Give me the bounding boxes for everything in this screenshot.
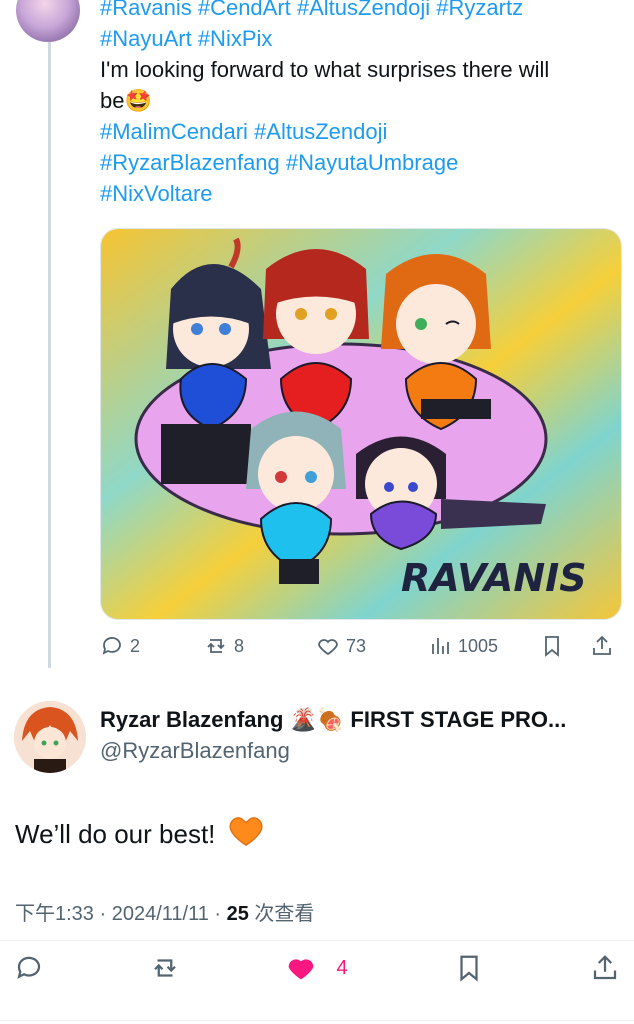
reply-like-count: 4 (336, 956, 348, 979)
bookmark-button[interactable] (540, 634, 590, 658)
thread-connector-line (48, 0, 51, 668)
reply-body: We’ll do our best! (15, 815, 263, 850)
bookmark-icon (545, 636, 559, 657)
hashtag-line[interactable]: #NixVoltare (100, 178, 620, 209)
reply-actions: 4 (14, 948, 620, 988)
reply-display-name[interactable]: Ryzar Blazenfang 🌋🍖 FIRST STAGE PRO... (100, 707, 620, 733)
original-author-avatar[interactable] (16, 0, 80, 42)
repost-button[interactable]: 8 (204, 634, 316, 658)
bookmark-button[interactable] (454, 953, 484, 983)
like-button[interactable]: 73 (316, 634, 428, 658)
image-caption: RAVANIS (401, 556, 587, 600)
reply-meta: 下午1:33 · 2024/11/11 · 25 次查看 (15, 897, 314, 926)
original-post-text: #Ravanis #CendArt #AltusZendoji #Ryzartz… (100, 0, 620, 209)
views-label: 次查看 (248, 903, 315, 925)
divider (0, 940, 634, 941)
share-button[interactable] (590, 953, 620, 983)
repost-count: 8 (234, 635, 245, 656)
view-count: 25 (226, 903, 249, 925)
heart-outline-icon (318, 639, 338, 656)
hashtag-line[interactable]: #NayuArt #NixPix (100, 23, 620, 54)
views-button[interactable]: 1005 (428, 634, 540, 658)
hashtag-line[interactable]: #MalimCendari #AltusZendoji (100, 116, 620, 147)
hashtag-line[interactable]: #RyzarBlazenfang #NayutaUmbrage (100, 147, 620, 178)
reply-count: 2 (130, 635, 141, 656)
hashtag-line[interactable]: #Ravanis #CendArt #AltusZendoji #Ryzartz (100, 0, 620, 23)
like-count: 73 (346, 635, 367, 656)
original-post-actions: 2 8 73 1005 (100, 628, 620, 664)
bookmark-icon (460, 955, 478, 982)
post-text-line: I'm looking forward to what surprises th… (100, 57, 550, 82)
like-button-active[interactable]: 4 (286, 953, 348, 983)
views-count: 1005 (458, 635, 499, 656)
reply-icon (102, 637, 121, 655)
reply-button[interactable]: 2 (100, 634, 204, 658)
divider (0, 1020, 634, 1021)
heart-filled-icon (289, 959, 314, 980)
repost-icon (207, 639, 225, 653)
share-icon (593, 635, 611, 655)
share-icon (593, 955, 617, 980)
reply-button[interactable] (14, 953, 44, 983)
repost-button[interactable] (150, 953, 180, 983)
reply-text: We’ll do our best! (15, 819, 216, 849)
chibi-artwork: RAVANIS (101, 229, 621, 619)
reply-handle[interactable]: @RyzarBlazenfang (100, 738, 290, 764)
share-button[interactable] (590, 634, 620, 658)
reply-author-avatar[interactable] (14, 701, 86, 773)
post-image[interactable]: RAVANIS (100, 228, 622, 620)
timestamp[interactable]: 下午1:33 · 2024/11/11 · (15, 903, 227, 925)
views-chart-icon (432, 638, 449, 654)
reply-icon (17, 956, 41, 979)
orange-heart-emoji-icon (229, 817, 263, 846)
repost-icon (154, 959, 177, 977)
post-text-line: be🤩 (100, 88, 152, 113)
